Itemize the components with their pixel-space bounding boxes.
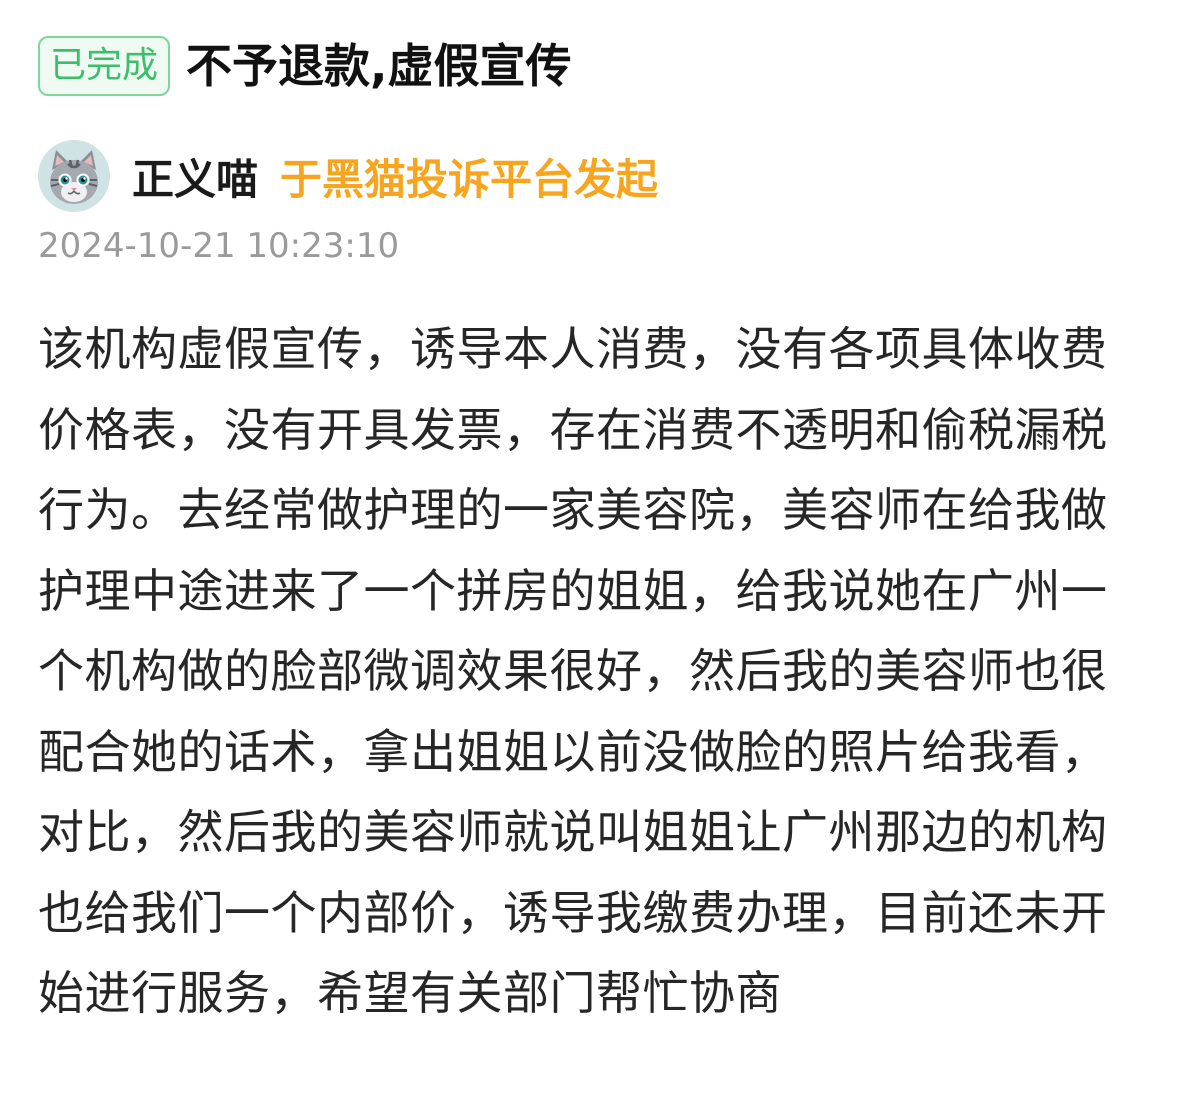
cat-avatar-icon[interactable] <box>38 140 110 212</box>
source-text: 于黑猫投诉平台发起 <box>280 154 659 204</box>
complaint-detail-page: 已完成 不予退款,虚假宣传 正义喵 于黑猫投诉平台发起 2024-10-21 1… <box>0 0 1200 1108</box>
title-row: 已完成 不予退款,虚假宣传 <box>38 36 572 96</box>
status-badge: 已完成 <box>38 36 171 96</box>
complaint-content: 该机构虚假宣传，诱导本人消费，没有各项具体收费价格表，没有开具发票，存在消费不透… <box>38 322 1108 1020</box>
author-name[interactable]: 正义喵 <box>132 146 258 207</box>
author-row: 正义喵 于黑猫投诉平台发起 <box>38 140 658 212</box>
complaint-title: 不予退款,虚假宣传 <box>186 39 572 93</box>
timestamp: 2024-10-21 10:23:10 <box>38 226 400 266</box>
